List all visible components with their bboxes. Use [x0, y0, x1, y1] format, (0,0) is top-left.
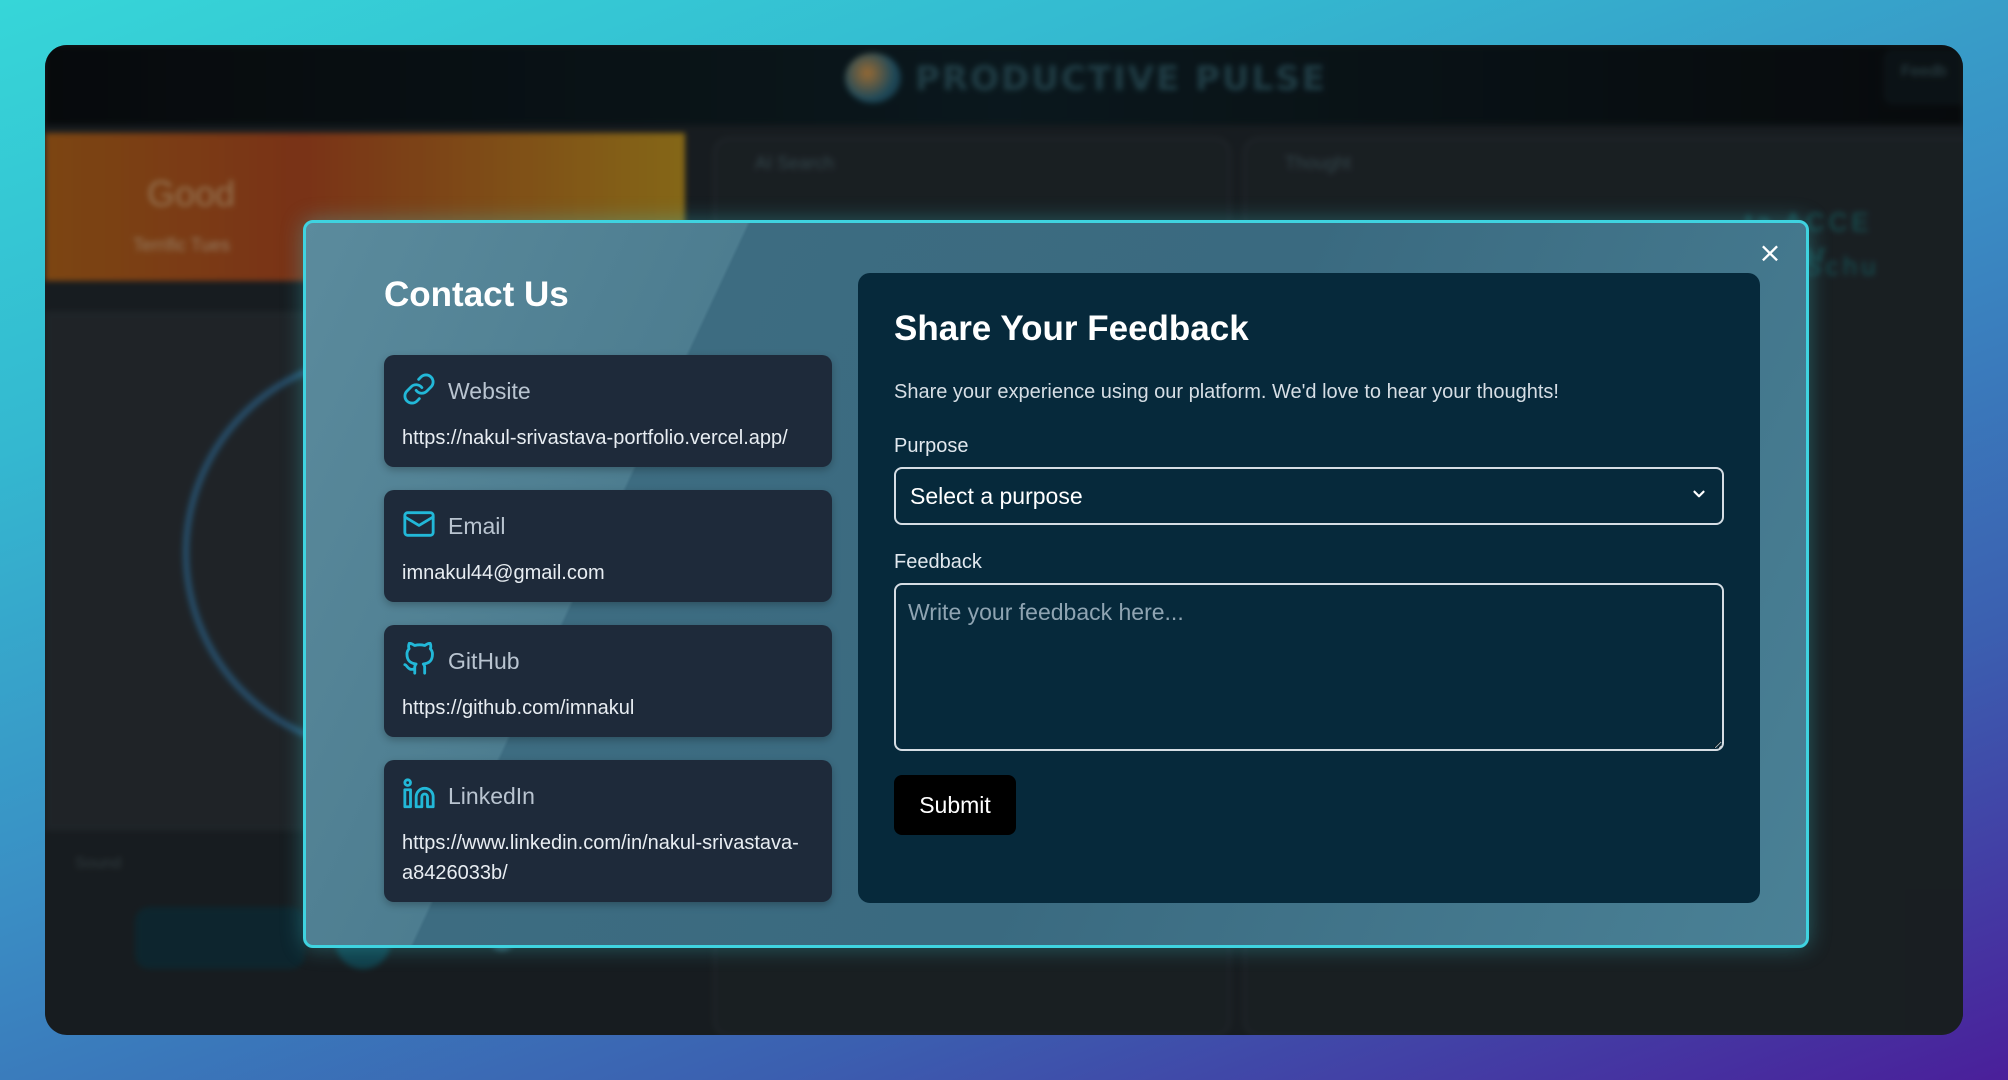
submit-button[interactable]: Submit	[894, 775, 1016, 835]
contact-card-header: LinkedIn	[402, 777, 535, 816]
github-link[interactable]: https://github.com/imnakul	[402, 693, 814, 723]
app-window: PRODUCTIVE PULSE Feedb Good Terrific Tue…	[45, 45, 1963, 1035]
link-icon	[402, 372, 436, 411]
contact-label: Website	[448, 377, 531, 404]
feedback-title: Share Your Feedback	[894, 309, 1249, 348]
contact-card-linkedin[interactable]: LinkedIn https://www.linkedin.com/in/nak…	[384, 760, 832, 902]
purpose-selected-value: Select a purpose	[910, 482, 1083, 509]
feedback-textarea[interactable]	[894, 583, 1724, 751]
contact-card-email[interactable]: Email imnakul44@gmail.com	[384, 490, 832, 602]
contact-label: GitHub	[448, 647, 520, 674]
github-icon	[402, 641, 436, 681]
contact-card-header: Email	[402, 508, 506, 544]
contact-feedback-modal: × Contact Us Website https://nakul-sriva…	[303, 220, 1809, 948]
feedback-panel: Share Your Feedback Share your experienc…	[858, 273, 1760, 903]
feedback-label: Feedback	[894, 551, 982, 573]
mail-icon	[402, 507, 436, 546]
contact-card-github[interactable]: GitHub https://github.com/imnakul	[384, 625, 832, 737]
linkedin-icon	[402, 777, 436, 816]
linkedin-link[interactable]: https://www.linkedin.com/in/nakul-srivas…	[402, 828, 814, 888]
contact-card-website[interactable]: Website https://nakul-srivastava-portfol…	[384, 355, 832, 467]
purpose-label: Purpose	[894, 435, 969, 457]
contact-label: Email	[448, 512, 506, 539]
email-link[interactable]: imnakul44@gmail.com	[402, 558, 814, 588]
contact-card-header: Website	[402, 373, 531, 409]
website-link[interactable]: https://nakul-srivastava-portfolio.verce…	[402, 423, 814, 453]
close-button[interactable]: ×	[1754, 237, 1786, 269]
purpose-select[interactable]: Select a purpose	[894, 467, 1724, 525]
contact-title: Contact Us	[384, 275, 569, 314]
contact-card-header: GitHub	[402, 641, 520, 681]
contact-label: LinkedIn	[448, 782, 535, 809]
chevron-down-icon	[1690, 485, 1708, 508]
feedback-description: Share your experience using our platform…	[894, 381, 1559, 403]
